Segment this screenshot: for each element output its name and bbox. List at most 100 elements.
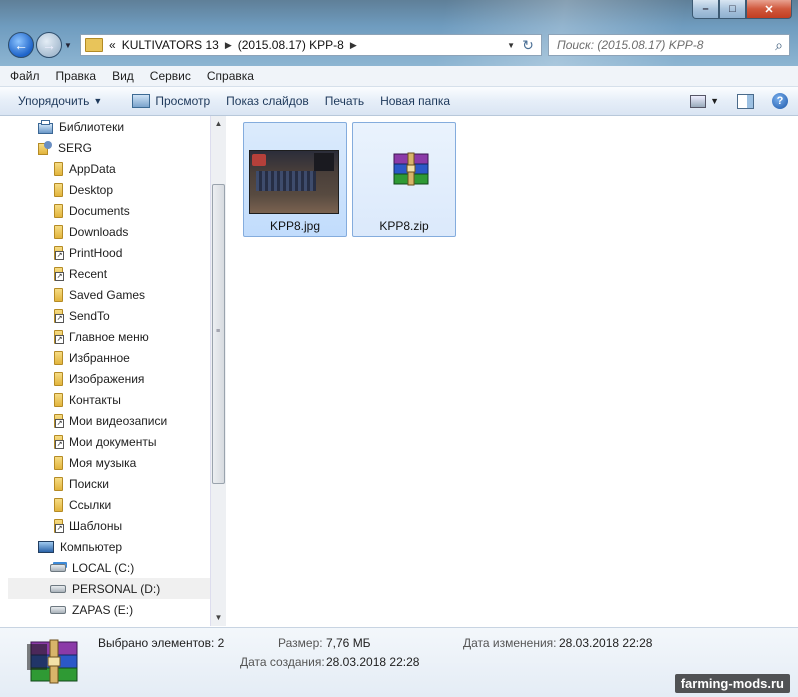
file-item-image[interactable]: KPP8.jpg [243,122,347,237]
tree-item[interactable]: ZAPAS (E:) [50,599,133,620]
shortcut-folder-icon: ↗ [54,329,64,344]
shortcut-arrow-icon: ↗ [55,271,64,281]
slideshow-button[interactable]: Показ слайдов [218,94,317,108]
menu-help[interactable]: Справка [199,69,262,83]
minimize-button[interactable]: – [692,0,719,19]
menu-view[interactable]: Вид [104,69,142,83]
preview-button[interactable]: Просмотр [124,94,218,108]
tree-item[interactable]: Saved Games [50,284,145,305]
winrar-archive-icon [393,152,429,186]
file-name[interactable]: KPP8.jpg [244,219,346,233]
tree-item[interactable]: ↗ Recent [50,263,107,284]
chevron-right-icon[interactable]: ▶ [350,40,357,51]
new-folder-button[interactable]: Новая папка [372,94,458,108]
organize-button[interactable]: Упорядочить ▼ [0,94,110,108]
organize-label: Упорядочить [18,94,90,108]
tree-item[interactable]: Избранное [50,347,130,368]
search-input[interactable]: Поиск: (2015.08.17) KPP-8 ⌕ [548,34,790,56]
refresh-icon[interactable]: ↻ [519,37,537,54]
tree-item-label: LOCAL (C:) [72,560,135,575]
tree-item[interactable]: ↗ Шаблоны [50,515,122,536]
drive-icon [50,605,66,614]
menu-tools[interactable]: Сервис [142,69,199,83]
shortcut-folder-icon: ↗ [54,518,64,533]
tree-item-label: Desktop [69,182,114,197]
folder-icon [54,161,63,176]
tree-item[interactable]: Компьютер [38,536,122,557]
shortcut-arrow-icon: ↗ [55,523,64,533]
shortcut-folder-icon: ↗ [54,434,64,449]
preview-icon [132,94,151,108]
file-item-archive[interactable]: KPP8.zip [352,122,456,237]
tree-item-label: Контакты [69,392,121,407]
pictures-folder-icon [54,371,63,386]
breadcrumb-item[interactable]: (2015.08.17) KPP-8 [238,38,344,52]
scroll-up-icon[interactable]: ▲ [211,116,226,132]
folder-icon [85,38,103,52]
navigation-pane[interactable]: Библиотеки SERG AppData Desktop Documents Dow… [8,116,210,626]
tree-item[interactable]: Библиотеки [38,116,124,137]
tree-item[interactable]: Desktop [50,179,113,200]
tree-item[interactable]: AppData [50,158,116,179]
breadcrumb-item[interactable]: KULTIVATORS 13 [122,38,219,52]
forward-button[interactable]: → [36,32,62,58]
tree-item-label: PrintHood [69,245,123,260]
folder-icon [54,203,63,218]
maximize-button[interactable]: □ [719,0,746,19]
tree-item[interactable]: Моя музыка [50,452,136,473]
created-label: Дата создания: [240,655,325,669]
tree-item-label: Recent [69,266,108,281]
tree-item-label: Мои документы [69,434,157,449]
tree-item-label: Библиотеки [59,119,125,134]
address-history-dropdown[interactable]: ▼ [507,41,515,50]
tree-item-label: Компьютер [60,539,123,554]
file-list[interactable]: KPP8.jpg KPP8.zip [227,116,790,626]
tree-item[interactable]: Контакты [50,389,121,410]
tree-item[interactable]: ↗ Мои видеозаписи [50,410,167,431]
searches-folder-icon [54,476,63,491]
modified-value: 28.03.2018 22:28 [559,636,653,650]
tree-item[interactable]: Ссылки [50,494,111,515]
tree-item[interactable]: ↗ PrintHood [50,242,122,263]
thumbnail-shadow [314,153,334,171]
size-value: 7,76 МБ [326,636,371,650]
address-bar[interactable]: « KULTIVATORS 13 ▶ (2015.08.17) KPP-8 ▶ … [80,34,542,56]
close-button[interactable]: ✕ [746,0,792,19]
tree-item-label: Поиски [69,476,109,491]
back-button[interactable]: ← [8,32,34,58]
breadcrumb-overflow[interactable]: « [109,38,116,52]
shortcut-folder-icon: ↗ [54,245,64,260]
tree-item-label: Моя музыка [69,455,137,470]
recent-pages-dropdown[interactable]: ▼ [64,41,72,50]
shortcut-arrow-icon: ↗ [55,334,64,344]
tree-item[interactable]: Documents [50,200,130,221]
navigation-scrollbar[interactable]: ▲ ≡ ▼ [210,116,226,626]
help-icon[interactable]: ? [772,93,788,109]
tree-item[interactable]: Поиски [50,473,109,494]
change-view-icon[interactable] [690,94,707,108]
scroll-down-icon[interactable]: ▼ [211,610,226,626]
view-options-dropdown[interactable]: ▼ [710,96,719,106]
image-thumbnail [249,150,339,214]
scrollbar-thumb[interactable]: ≡ [212,184,225,484]
menu-file[interactable]: Файл [0,69,48,83]
grip-icon: ≡ [216,328,221,335]
window-titlebar[interactable]: – □ ✕ ← → ▼ « KULTIVATORS 13 ▶ (2015.08.… [0,0,798,66]
tree-item[interactable]: ↗ Мои документы [50,431,156,452]
search-icon[interactable]: ⌕ [769,37,789,54]
preview-pane-icon[interactable] [737,93,754,109]
tree-item[interactable]: LOCAL (C:) [50,557,134,578]
print-button[interactable]: Печать [317,94,372,108]
tree-item-label: Documents [69,203,130,218]
file-name[interactable]: KPP8.zip [353,219,455,233]
tree-item[interactable]: ↗ Главное меню [50,326,149,347]
tree-item[interactable]: PERSONAL (D:) [8,578,210,599]
favorites-folder-icon [54,350,63,365]
tree-item[interactable]: ↗ SendTo [50,305,110,326]
tree-item[interactable]: Downloads [50,221,128,242]
chevron-right-icon[interactable]: ▶ [225,40,232,51]
menu-edit[interactable]: Правка [48,69,105,83]
tree-item[interactable]: SERG [38,137,92,158]
tree-item[interactable]: Изображения [50,368,144,389]
computer-icon [38,540,54,553]
